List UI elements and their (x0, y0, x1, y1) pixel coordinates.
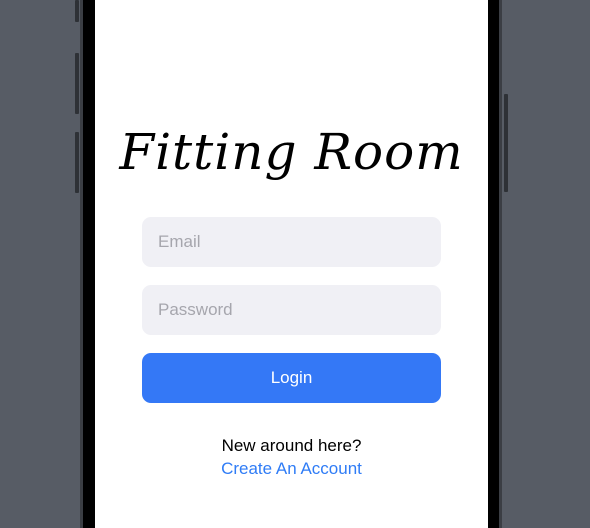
password-field[interactable] (142, 285, 441, 335)
volume-up-button (75, 53, 79, 114)
mute-switch (75, 0, 79, 22)
login-button[interactable]: Login (142, 353, 441, 403)
app-title: Fitting Room (119, 123, 464, 181)
email-field[interactable] (142, 217, 441, 267)
volume-down-button (75, 132, 79, 193)
create-account-link[interactable]: Create An Account (95, 458, 488, 480)
power-button (504, 94, 508, 192)
signup-prompt-text: New around here? (221, 436, 362, 455)
app-screen: Fitting Room Login New around here? Crea… (95, 0, 488, 528)
